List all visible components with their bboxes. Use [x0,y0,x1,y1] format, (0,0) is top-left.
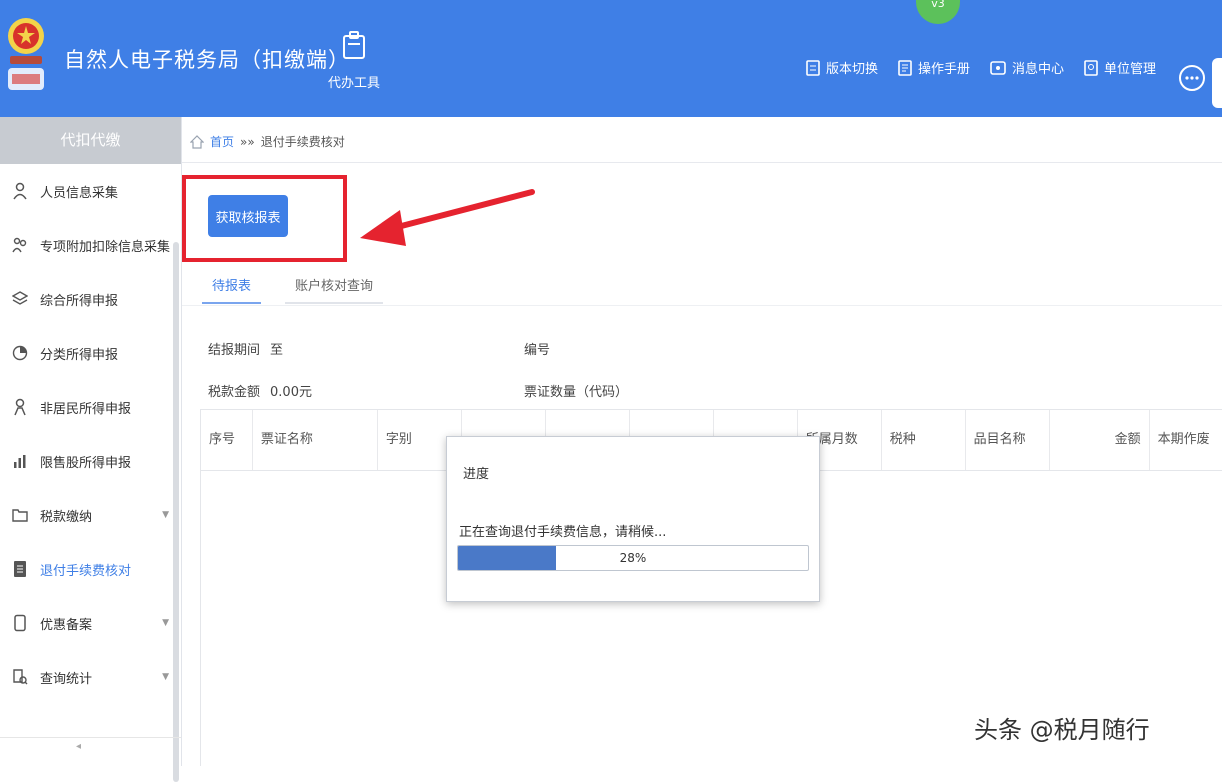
message-icon [990,60,1006,75]
org-management-label: 单位管理 [1103,62,1156,77]
tab-pending-report[interactable]: 待报表 [202,267,262,304]
column-header: 税种 [882,410,966,470]
dialog-title: 进度 [463,467,490,482]
amount-value: 0.00元 [270,385,312,400]
sidebar-item-label: 查询统计 [40,671,93,687]
top-actions: 版本切换 操作手册 消息中心 单位管理 [806,58,1156,77]
chart-icon [14,455,26,468]
tab-bar: 待报表 账户核对查询 [202,267,384,304]
collapse-arrow-icon[interactable]: ◂ [76,741,81,752]
tab-divider [182,305,1222,306]
message-center-button[interactable]: 消息中心 [990,58,1064,77]
home-icon[interactable] [190,134,204,149]
count-label: 票证数量（代码） [524,385,629,400]
sidebar-item-label: 专项附加扣除信息采集 [40,239,171,255]
sidebar-divider [0,737,181,738]
sidebar: 代扣代缴 人员信息采集 专项附加扣除信息采集 综合所得申报 分类所得申报 非居民… [0,117,182,782]
sidebar-item-label: 限售股所得申报 [40,455,132,471]
sidebar-item-restricted-shares[interactable]: 限售股所得申报 [0,434,181,488]
sidebar-item-label: 分类所得申报 [40,347,119,363]
message-center-label: 消息中心 [1011,62,1064,77]
manual-icon [898,59,912,76]
org-management-button[interactable]: 单位管理 [1084,58,1156,77]
sidebar-menu: 人员信息采集 专项附加扣除信息采集 综合所得申报 分类所得申报 非居民所得申报 … [0,164,181,704]
top-bar: 自然人电子税务局（扣缴端） 代办工具 v3 版本切换 操作手册 消息中心 单位管… [0,0,1222,117]
chevron-down-icon: ▼ [162,672,169,682]
chat-icon[interactable] [1178,64,1206,92]
breadcrumb-divider [182,162,1222,163]
period-label: 结报期间 [208,343,261,358]
edge-scroll-handle[interactable] [1212,58,1222,108]
sidebar-item-classified-income[interactable]: 分类所得申报 [0,326,181,380]
dialog-message: 正在查询退付手续费信息，请稍候... [459,525,667,540]
column-header: 金额 [1050,410,1150,470]
column-header: 本期作废 [1150,410,1222,470]
folder-icon [12,509,28,522]
sidebar-item-label: 综合所得申报 [40,293,119,309]
version-badge[interactable]: v3 [916,0,960,24]
progress-text: 28% [619,551,647,565]
sidebar-item-label: 非居民所得申报 [40,401,132,417]
amount-label: 税款金额 [208,385,261,400]
chevron-down-icon: ▼ [162,510,169,520]
sidebar-item-personnel[interactable]: 人员信息采集 [0,164,181,218]
sidebar-item-label: 退付手续费核对 [40,563,132,579]
sidebar-item-tax-payment[interactable]: 税款缴纳 ▼ [0,488,181,542]
number-label: 编号 [524,343,551,358]
doc-icon [14,561,26,577]
agent-tool-label: 代办工具 [327,76,380,91]
period-field: 结报期间至 [208,339,283,358]
sidebar-item-special-deduction[interactable]: 专项附加扣除信息采集 [0,218,181,272]
person-icon [13,182,27,200]
period-value: 至 [270,343,284,358]
search-doc-icon [13,669,28,685]
pie-icon [12,345,28,361]
version-switch-button[interactable]: 版本切换 [806,58,878,77]
sidebar-title: 代扣代缴 [0,117,181,164]
sidebar-item-label: 税款缴纳 [40,509,93,525]
sidebar-item-preferential-filing[interactable]: 优惠备案 ▼ [0,596,181,650]
sidebar-item-label: 优惠备案 [40,617,93,633]
watermark: 头条 @税月随行 [974,716,1150,744]
switch-icon [806,59,820,76]
chevron-down-icon: ▼ [162,618,169,628]
breadcrumb-current: 退付手续费核对 [260,135,345,149]
agent-tool-button[interactable]: 代办工具 [322,30,386,91]
file-icon [14,614,26,632]
progress-dialog: 进度 正在查询退付手续费信息，请稍候... 28% [446,436,820,602]
sidebar-item-comprehensive-income[interactable]: 综合所得申报 [0,272,181,326]
column-header: 序号 [201,410,253,470]
manual-button[interactable]: 操作手册 [898,58,970,77]
column-header: 票证名称 [253,410,378,470]
version-switch-label: 版本切换 [825,62,878,77]
family-icon [12,237,27,253]
org-icon [1084,59,1098,76]
breadcrumb-home[interactable]: 首页 [210,133,234,150]
sidebar-scrollbar[interactable] [173,242,179,782]
layers-icon [12,291,28,305]
column-header: 品目名称 [966,410,1050,470]
sidebar-item-nonresident-income[interactable]: 非居民所得申报 [0,380,181,434]
user-icon [14,398,26,416]
amount-field: 税款金额 0.00元 [208,381,312,400]
sidebar-item-query-stats[interactable]: 查询统计 ▼ [0,650,181,704]
annotation-highlight-box [182,175,347,262]
briefcase-icon [343,31,365,59]
breadcrumb: 首页 »» 退付手续费核对 [190,133,345,150]
app-title: 自然人电子税务局（扣缴端） [64,48,350,72]
manual-label: 操作手册 [917,62,970,77]
breadcrumb-separator: »» [240,134,255,149]
sidebar-item-label: 人员信息采集 [40,185,119,201]
tab-account-check[interactable]: 账户核对查询 [285,267,384,304]
annotation-arrow-icon [360,189,535,246]
sidebar-item-fee-reconcile[interactable]: 退付手续费核对 [0,542,181,596]
national-emblem-icon [8,18,44,90]
progress-bar: 28% [457,545,809,571]
